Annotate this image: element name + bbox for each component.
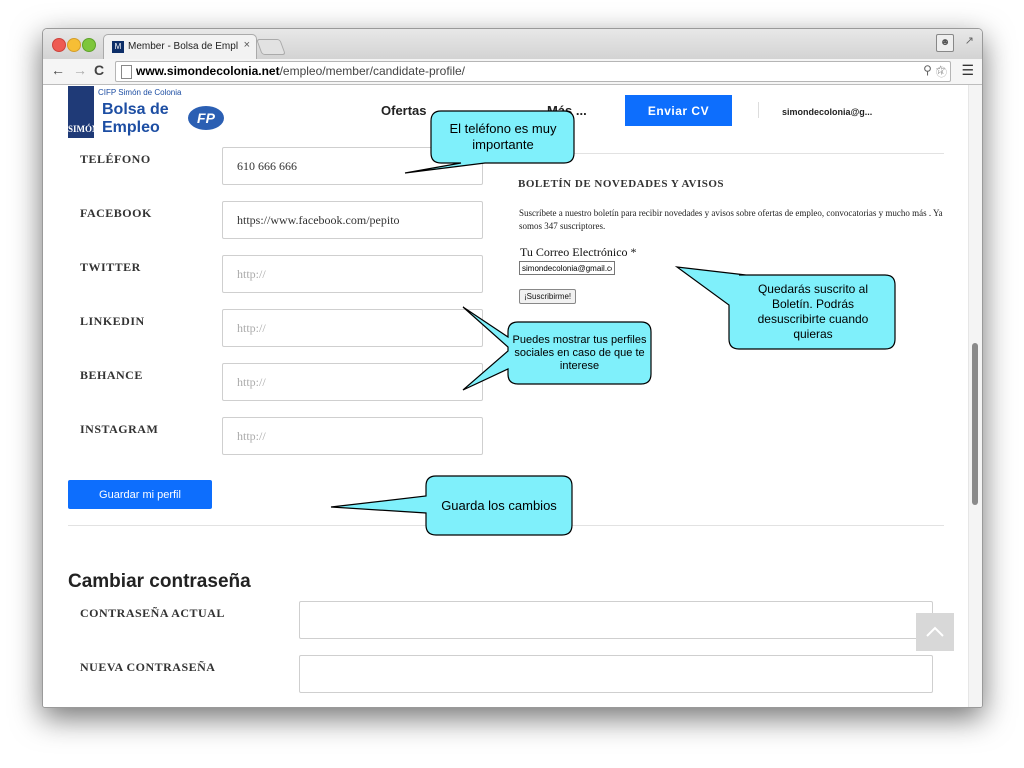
forward-icon[interactable]: →: [73, 62, 87, 78]
url-domain: www.simondecolonia.net: [136, 64, 280, 78]
twitter-input[interactable]: [222, 255, 483, 293]
page-icon: [121, 65, 132, 79]
enviar-cv-button[interactable]: Enviar CV: [625, 95, 732, 126]
newsletter-divider: [518, 153, 944, 154]
close-window-icon[interactable]: [52, 38, 66, 52]
browser-toolbar: ← → C www.simondecolonia.net/empleo/memb…: [43, 59, 982, 85]
site-logo[interactable]: SIMÓN CIFP Simón de Colonia Bolsa de Emp…: [68, 86, 228, 138]
facebook-input[interactable]: [222, 201, 483, 239]
logo-line-1: Bolsa de: [102, 101, 169, 118]
nav-divider: [758, 102, 759, 118]
behance-input[interactable]: [222, 363, 483, 401]
page-scrollbar[interactable]: [968, 85, 982, 707]
new-tab-button[interactable]: [256, 39, 286, 55]
reload-icon[interactable]: C: [94, 62, 104, 78]
info-icon[interactable]: ⓘ: [936, 64, 947, 80]
site-favicon-icon: M: [112, 41, 124, 53]
address-bar[interactable]: www.simondecolonia.net/empleo/member/can…: [115, 61, 951, 82]
linkedin-label: LINKEDIN: [80, 314, 145, 328]
scrollbar-thumb[interactable]: [972, 343, 978, 505]
profile-icon[interactable]: ☻: [936, 34, 954, 52]
nueva-contrasena-label: NUEVA CONTRASEÑA: [80, 660, 216, 674]
address-url: www.simondecolonia.net/empleo/member/can…: [136, 64, 465, 78]
back-icon[interactable]: ←: [51, 62, 65, 78]
newsletter-description: Suscríbete a nuestro boletín para recibi…: [519, 208, 943, 231]
callout-guardar-shape: [330, 475, 573, 536]
callout-boletin-text: Quedarás suscrito al Boletín. Podrás des…: [757, 282, 869, 341]
browser-tab[interactable]: M Member - Bolsa de Empleo ×: [103, 34, 257, 60]
tab-close-icon[interactable]: ×: [244, 39, 250, 51]
telefono-label: TELÉFONO: [80, 152, 151, 166]
url-path: /empleo/member/candidate-profile/: [279, 64, 466, 78]
browser-window: M Member - Bolsa de Empleo × ☻ ↗ ← → C w…: [42, 28, 983, 708]
menu-icon[interactable]: ☰: [961, 62, 974, 79]
fullscreen-icon[interactable]: ↗: [965, 34, 974, 47]
newsletter-title: BOLETÍN DE NOVEDADES Y AVISOS: [518, 178, 725, 190]
site-header: SIMÓN CIFP Simón de Colonia Bolsa de Emp…: [43, 85, 969, 141]
key-icon[interactable]: ⚲: [923, 63, 932, 77]
page-content: SIMÓN CIFP Simón de Colonia Bolsa de Emp…: [43, 85, 982, 707]
newsletter-email-label: Tu Correo Electrónico *: [520, 245, 637, 259]
contrasena-actual-label: CONTRASEÑA ACTUAL: [80, 606, 225, 620]
suscribirme-button[interactable]: ¡Suscribirme!: [519, 289, 577, 304]
facebook-label: FACEBOOK: [80, 206, 152, 220]
cambiar-contrasena-title: Cambiar contraseña: [68, 571, 251, 592]
minimize-window-icon[interactable]: [67, 38, 81, 52]
linkedin-input[interactable]: [222, 309, 483, 347]
instagram-input[interactable]: [222, 417, 483, 455]
tab-title: Member - Bolsa de Empleo: [128, 41, 238, 52]
contrasena-actual-input[interactable]: [299, 601, 933, 639]
logo-emblem: SIMÓN: [68, 86, 99, 138]
callout-social-shape: [462, 306, 652, 391]
behance-label: BEHANCE: [80, 368, 143, 382]
browser-tabbar: M Member - Bolsa de Empleo × ☻ ↗: [43, 29, 982, 60]
user-account-link[interactable]: simondecolonia@g...: [782, 107, 872, 117]
logo-fp-badge: FP: [188, 106, 224, 130]
guardar-perfil-button[interactable]: Guardar mi perfil: [68, 480, 212, 509]
callout-social-text: Puedes mostrar tus perfiles sociales en …: [512, 333, 647, 372]
logo-institution: CIFP Simón de Colonia: [98, 88, 182, 97]
callout-boletin-shape: [674, 266, 896, 350]
back-to-top-button[interactable]: [916, 613, 954, 651]
twitter-label: TWITTER: [80, 260, 141, 274]
instagram-label: INSTAGRAM: [80, 422, 159, 436]
nav-mas[interactable]: Más ...: [547, 103, 587, 118]
chevron-up-icon: [926, 626, 944, 637]
zoom-window-icon[interactable]: [82, 38, 96, 52]
section-divider: [68, 525, 944, 526]
newsletter-email-input[interactable]: [519, 261, 615, 275]
logo-simon: SIMÓN: [68, 124, 99, 134]
nav-ofertas[interactable]: Ofertas: [381, 103, 427, 118]
telefono-input[interactable]: [222, 147, 483, 185]
logo-line-2: Empleo: [102, 119, 160, 136]
nueva-contrasena-input[interactable]: [299, 655, 933, 693]
